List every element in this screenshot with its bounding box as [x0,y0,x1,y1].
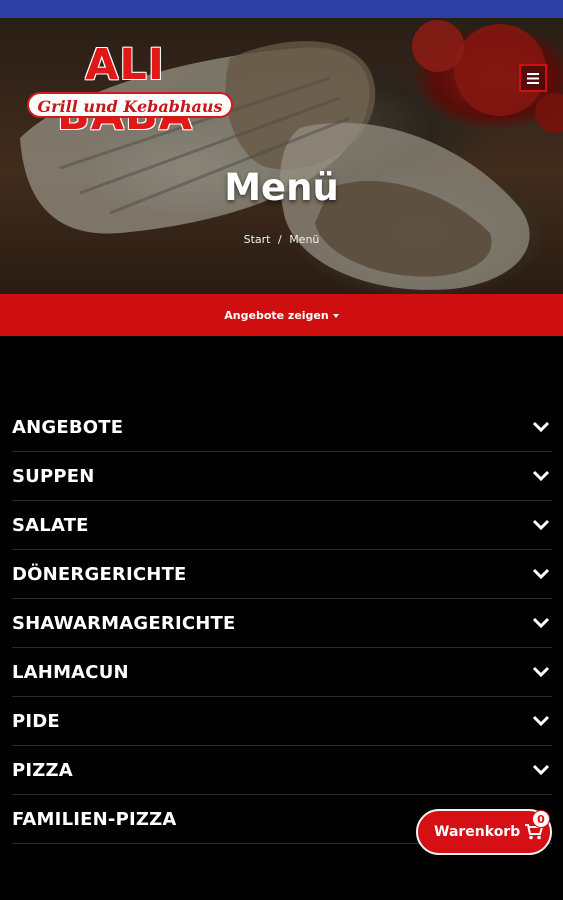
chevron-down-icon [532,519,550,531]
cart-count-badge: 0 [532,810,550,828]
cart-label: Warenkorb [434,824,521,840]
logo-subtitle: Grill und Kebabhaus [27,92,233,118]
category-label: DÖNERGERICHTE [12,563,187,585]
category-label: SUPPEN [12,465,95,487]
brand-logo[interactable]: ALI BABA Grill und Kebabhaus [12,40,238,140]
chevron-down-icon [532,666,550,678]
category-label: PIDE [12,710,60,732]
show-offers-label: Angebote zeigen [224,308,329,322]
category-row-pide[interactable]: PIDE [12,697,552,746]
category-label: ANGEBOTE [12,416,124,438]
breadcrumb-home-link[interactable]: Start [244,233,271,246]
category-row-shawarmagerichte[interactable]: SHAWARMAGERICHTE [12,599,552,648]
hero-banner: ALI BABA Grill und Kebabhaus Menü Start … [0,18,563,294]
offers-bar: Angebote zeigen [0,294,563,336]
top-status-bar [0,0,563,18]
category-row-salate[interactable]: SALATE [12,501,552,550]
breadcrumb-separator: / [277,233,282,246]
category-row-pizza[interactable]: PIZZA [12,746,552,795]
category-label: PIZZA [12,759,73,781]
breadcrumb: Start / Menü [0,233,563,246]
chevron-down-icon [532,617,550,629]
chevron-down-icon [532,568,550,580]
hamburger-menu-icon [527,72,539,84]
category-label: LAHMACUN [12,661,129,683]
category-label: FAMILIEN-PIZZA [12,808,177,830]
category-row-angebote[interactable]: ANGEBOTE [12,403,552,452]
breadcrumb-current: Menü [289,233,320,246]
chevron-down-icon [532,764,550,776]
show-offers-toggle[interactable]: Angebote zeigen [224,308,339,322]
hamburger-menu-button[interactable] [519,64,547,92]
page-title: Menü [224,166,339,209]
chevron-down-icon [532,421,550,433]
category-row-lahmacun[interactable]: LAHMACUN [12,648,552,697]
chevron-down-icon [532,470,550,482]
category-label: SHAWARMAGERICHTE [12,612,236,634]
category-label: SALATE [12,514,89,536]
menu-category-list: ANGEBOTE SUPPEN SALATE DÖNERGERICHTE SHA… [12,403,552,844]
category-row-doenergerichte[interactable]: DÖNERGERICHTE [12,550,552,599]
caret-down-icon [332,313,339,318]
chevron-down-icon [532,715,550,727]
category-row-suppen[interactable]: SUPPEN [12,452,552,501]
logo-title: ALI BABA [57,40,192,140]
